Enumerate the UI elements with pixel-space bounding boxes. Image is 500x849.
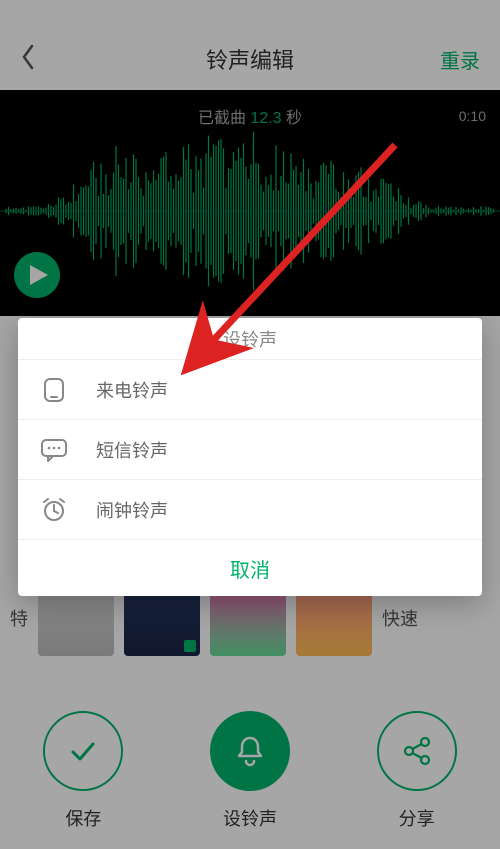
- sheet-item-label: 短信铃声: [96, 437, 168, 463]
- alarm-ringtone-icon: [40, 496, 68, 524]
- sheet-item-sms-ringtone[interactable]: 短信铃声: [18, 420, 482, 480]
- sheet-item-label: 闹钟铃声: [96, 497, 168, 523]
- sheet-title: 设铃声: [18, 318, 482, 360]
- set-ringtone-sheet: 设铃声 来电铃声 短信铃声: [18, 318, 482, 596]
- sheet-item-call-ringtone[interactable]: 来电铃声: [18, 360, 482, 420]
- sheet-cancel-button[interactable]: 取消: [18, 540, 482, 596]
- sheet-item-alarm-ringtone[interactable]: 闹钟铃声: [18, 480, 482, 540]
- sheet-item-label: 来电铃声: [96, 377, 168, 403]
- call-ringtone-icon: [40, 376, 68, 404]
- sms-ringtone-icon: [40, 436, 68, 464]
